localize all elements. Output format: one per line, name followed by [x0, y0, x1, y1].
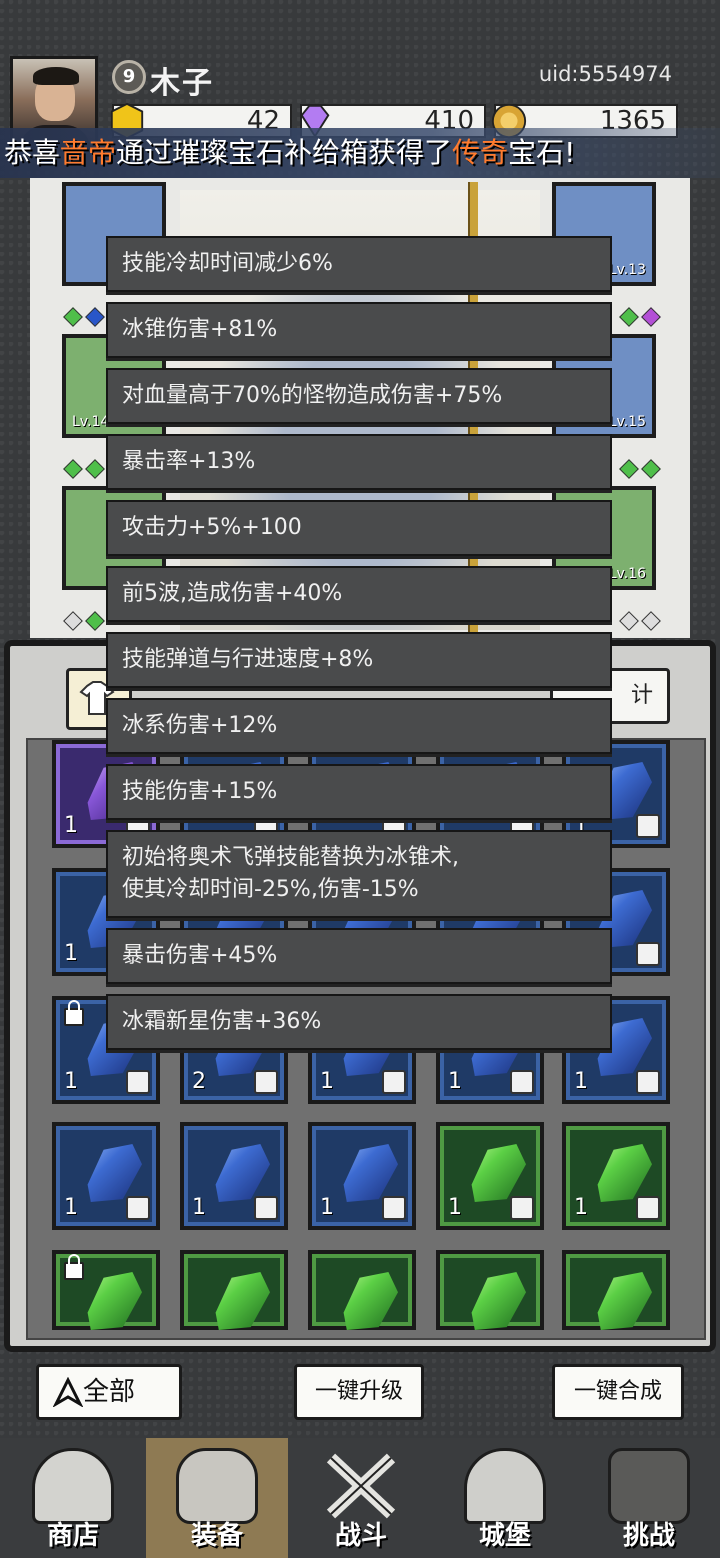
equip-type-icon [126, 1196, 150, 1220]
filter-all-button[interactable]: 全部 [36, 1364, 182, 1420]
green-gem-icon [597, 1144, 652, 1202]
equip-type-icon [254, 1196, 278, 1220]
tooltip-stat-line: 技能伤害+15% [106, 764, 612, 820]
player-name: 木子 [150, 66, 214, 101]
equip-type-icon [636, 814, 660, 838]
upgrade-all-button[interactable]: 一键升级 [294, 1364, 424, 1420]
tooltip-stat-line: 技能弹道与行进速度+8% [106, 632, 612, 688]
blue-gem-icon [215, 1144, 270, 1202]
equip-slot-level: Lv.16 [608, 566, 646, 582]
equip-slot-level: Lv.13 [608, 262, 646, 278]
tooltip-stat-line: 对血量高于70%的怪物造成伤害+75% [106, 368, 612, 424]
green-gem-icon [215, 1272, 270, 1330]
bottom-nav: 商店 装备 战斗 城堡 挑战 [0, 1438, 720, 1558]
tooltip-stat-line: 初始将奥术飞弹技能替换为冰锥术, 使其冷却时间-25%,伤害-15% [106, 830, 612, 918]
tooltip-stat-line: 暴击伤害+45% [106, 928, 612, 984]
blue-gem-icon [87, 1144, 142, 1202]
lock-icon [64, 1254, 84, 1280]
equip-slot-level: Lv.15 [608, 414, 646, 430]
gem-count: 2 [192, 1069, 206, 1094]
green-gem-icon [471, 1144, 526, 1202]
green-gem-icon [87, 1272, 142, 1330]
equip-type-icon [636, 1196, 660, 1220]
equip-type-icon [636, 942, 660, 966]
gem-count: 1 [64, 813, 78, 838]
gem-cell[interactable]: 1 [308, 1122, 416, 1230]
gem-cell[interactable] [52, 1250, 160, 1330]
gem-count: 1 [64, 1195, 78, 1220]
gem-cell[interactable]: 1 [180, 1122, 288, 1230]
gem-cell[interactable] [180, 1250, 288, 1330]
gem-count: 1 [574, 1195, 588, 1220]
crossed-swords-icon [326, 1453, 396, 1519]
lock-icon [64, 1000, 84, 1026]
backpack-icon [176, 1448, 258, 1524]
equip-type-icon [382, 1070, 406, 1094]
player-uid: uid:5554974 [538, 62, 672, 86]
gem-cell[interactable]: 1 [562, 1122, 670, 1230]
gem-count: 1 [64, 941, 78, 966]
equip-type-icon [126, 1070, 150, 1094]
tooltip-stat-line: 冰系伤害+12% [106, 698, 612, 754]
system-broadcast: 恭喜啬帝通过璀璨宝石补给箱获得了传奇宝石! [0, 128, 720, 178]
player-level-badge: 9 [112, 60, 146, 94]
nav-challenge[interactable]: 挑战 [578, 1438, 720, 1558]
equip-type-icon [636, 1070, 660, 1094]
tooltip-stat-line: 攻击力+5%+100 [106, 500, 612, 556]
equip-type-icon [510, 1070, 534, 1094]
tooltip-stat-line: 技能冷却时间减少6% [106, 236, 612, 292]
tooltip-stat-line: 冰霜新星伤害+36% [106, 994, 612, 1050]
equip-type-icon [510, 1196, 534, 1220]
filter-all-label: 全部 [83, 1377, 136, 1407]
lock-shield-icon [608, 1448, 690, 1524]
nav-equipment[interactable]: 装备 [146, 1438, 288, 1558]
gem-cell[interactable]: 1 [52, 1122, 160, 1230]
gem-count: 1 [574, 1069, 588, 1094]
filter-arrow-icon [53, 1377, 83, 1407]
tooltip-stat-line: 暴击率+13% [106, 434, 612, 490]
gem-count: 1 [320, 1195, 334, 1220]
tooltip-stat-line: 前5波,造成伤害+40% [106, 566, 612, 622]
gem-count: 1 [320, 1069, 334, 1094]
gem-count: 1 [192, 1195, 206, 1220]
game-screen: 9 木子 uid:5554974 42 410 1365 Lv.13 Lv.14… [0, 0, 720, 1558]
green-gem-icon [471, 1272, 526, 1330]
merge-all-button[interactable]: 一键合成 [552, 1364, 684, 1420]
equip-type-icon [254, 1070, 278, 1094]
gem-cell[interactable] [308, 1250, 416, 1330]
green-gem-icon [597, 1272, 652, 1330]
gem-cell[interactable] [562, 1250, 670, 1330]
gem-cell[interactable] [436, 1250, 544, 1330]
shop-icon [32, 1448, 114, 1524]
castle-icon [464, 1448, 546, 1524]
equip-slot-level: Lv.14 [72, 414, 110, 430]
gem-count: 1 [448, 1195, 462, 1220]
gem-count: 1 [64, 1069, 78, 1094]
gem-count: 1 [448, 1069, 462, 1094]
blue-gem-icon [343, 1144, 398, 1202]
tooltip-stat-line: 冰锥伤害+81% [106, 302, 612, 358]
nav-battle[interactable]: 战斗 [290, 1438, 432, 1558]
equip-type-icon [382, 1196, 406, 1220]
nav-shop[interactable]: 商店 [2, 1438, 144, 1558]
nav-castle[interactable]: 城堡 [434, 1438, 576, 1558]
gem-cell[interactable]: 1 [436, 1122, 544, 1230]
gem-stats-tooltip: 技能冷却时间减少6% 冰锥伤害+81% 对血量高于70%的怪物造成伤害+75% 暴击率… [106, 236, 612, 1060]
green-gem-icon [343, 1272, 398, 1330]
